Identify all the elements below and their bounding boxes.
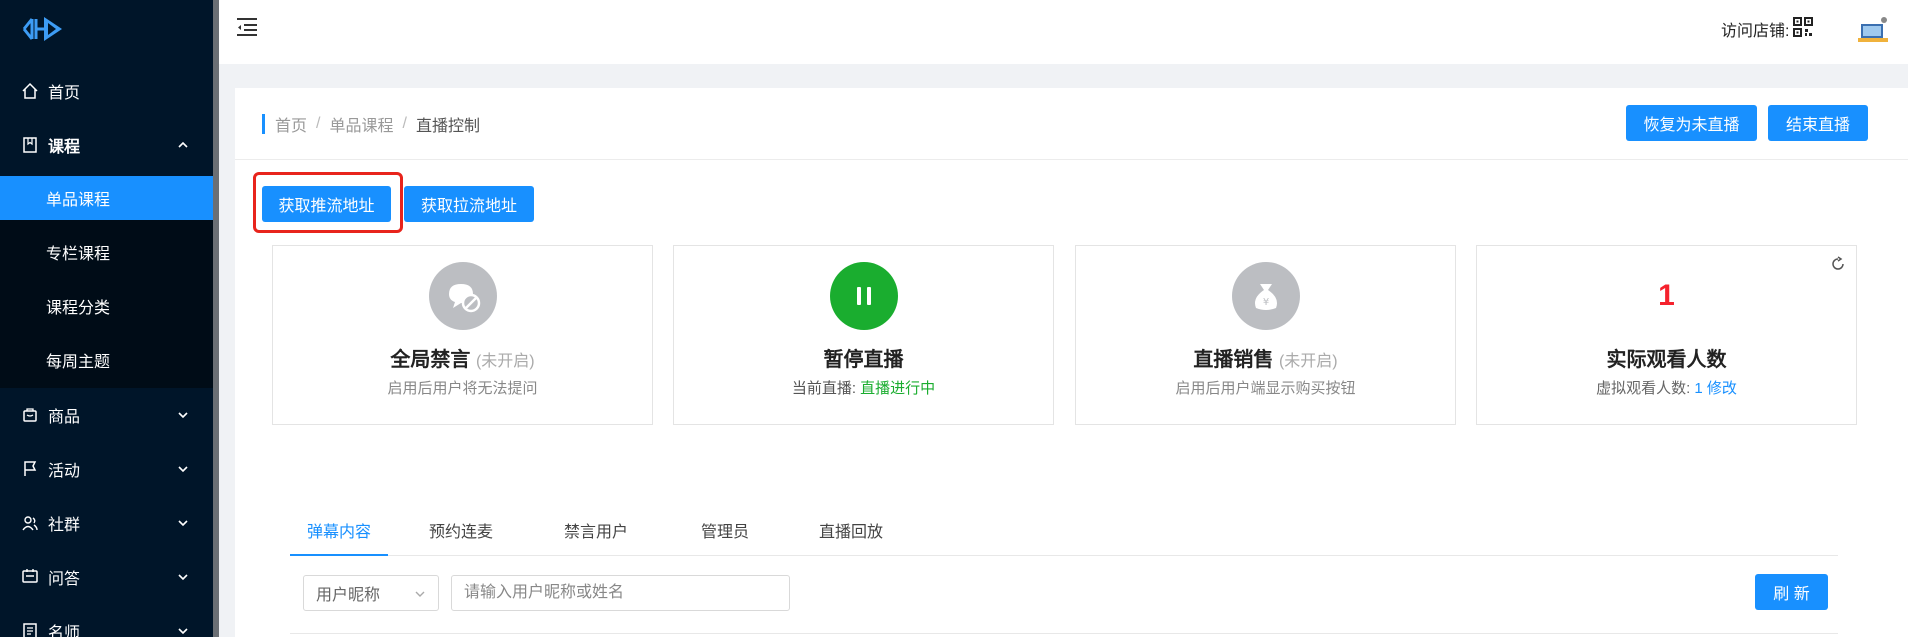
menu-fold-icon[interactable]: [235, 16, 259, 38]
pause-live-card[interactable]: 暂停直播 当前直播: 直播进行中: [673, 245, 1054, 425]
field-select[interactable]: 用户昵称: [303, 575, 439, 611]
money-bag-icon: ¥: [1231, 262, 1300, 330]
sidebar: 首页 课程 单品课程 专栏课程 课程分类 每周主题 商品 活动 社群 问答 名师: [0, 0, 213, 637]
sidebar-subitem-column-course[interactable]: 专栏课程: [0, 230, 213, 274]
chevron-down-icon: [415, 591, 425, 597]
global-mute-title: 全局禁言 (未开启): [273, 343, 652, 372]
pause-live-desc-prefix: 当前直播:: [791, 380, 856, 397]
actual-viewers-count: 1: [1658, 279, 1675, 312]
search-input[interactable]: [451, 575, 790, 611]
tab-muted-users[interactable]: 禁言用户: [547, 514, 645, 556]
tab-mic-reservation[interactable]: 预约连麦: [412, 514, 510, 556]
field-select-value: 用户昵称: [316, 587, 381, 604]
sidebar-subitem-label: 单品课程: [46, 192, 111, 209]
pause-live-desc: 当前直播: 直播进行中: [674, 377, 1053, 398]
global-mute-status: (未开启): [475, 353, 535, 370]
sidebar-item-teacher[interactable]: 名师: [0, 604, 213, 637]
sidebar-item-label: 活动: [48, 463, 81, 480]
chevron-down-icon: [178, 466, 188, 473]
chevron-down-icon: [178, 628, 188, 635]
sidebar-subitem-label: 课程分类: [46, 300, 111, 317]
sidebar-subitem-label: 专栏课程: [46, 246, 111, 263]
visit-store-label[interactable]: 访问店铺:: [1721, 17, 1789, 41]
global-mute-card[interactable]: 全局禁言 (未开启) 启用后用户将无法提问: [272, 245, 653, 425]
breadcrumb-course[interactable]: 单品课程: [329, 112, 393, 136]
live-sales-desc: 启用后用户端显示购买按钮: [1175, 380, 1356, 397]
chevron-down-icon: [178, 520, 188, 527]
end-live-button[interactable]: 结束直播: [1768, 105, 1868, 141]
refresh-icon[interactable]: [1830, 256, 1846, 272]
sidebar-item-label: 首页: [48, 85, 81, 102]
breadcrumb-separator: /: [402, 115, 407, 132]
restore-not-live-button[interactable]: 恢复为未直播: [1626, 105, 1757, 141]
get-pull-url-button[interactable]: 获取拉流地址: [404, 186, 534, 222]
sidebar-item-activity[interactable]: 活动: [0, 442, 213, 496]
viewers-card: 1 实际观看人数 虚拟观看人数: 1 修改: [1476, 245, 1857, 425]
virtual-viewers-count: 1: [1694, 380, 1703, 397]
get-push-url-button[interactable]: 获取推流地址: [262, 186, 391, 222]
pause-live-desc-value: 直播进行中: [860, 380, 936, 397]
qa-icon: [20, 567, 40, 587]
logo-icon: [22, 17, 62, 41]
avatar[interactable]: [1857, 14, 1891, 46]
sidebar-item-qa[interactable]: 问答: [0, 550, 213, 604]
actual-viewers-title: 实际观看人数: [1606, 349, 1727, 371]
pause-live-title: 暂停直播: [823, 349, 904, 371]
global-mute-desc: 启用后用户将无法提问: [387, 380, 538, 397]
refresh-button[interactable]: 刷 新: [1755, 574, 1828, 610]
sidebar-item-label: 商品: [48, 409, 81, 426]
divider: [235, 159, 1908, 160]
sidebar-item-goods[interactable]: 商品: [0, 388, 213, 442]
mute-icon: [428, 262, 497, 330]
virtual-viewers: 虚拟观看人数: 1 修改: [1477, 377, 1856, 398]
tab-admins[interactable]: 管理员: [685, 514, 765, 556]
book-icon: [20, 135, 40, 155]
sidebar-item-label: 名师: [48, 625, 81, 637]
chevron-down-icon: [178, 574, 188, 581]
global-mute-title-text: 全局禁言: [390, 349, 471, 371]
qrcode-icon[interactable]: [1793, 17, 1813, 37]
edit-virtual-viewers-link[interactable]: 修改: [1707, 380, 1737, 397]
course-submenu: 单品课程 专栏课程 课程分类 每周主题: [0, 176, 213, 388]
logo[interactable]: [0, 0, 213, 58]
sidebar-subitem-course-category[interactable]: 课程分类: [0, 284, 213, 328]
live-sales-status: (未开启): [1278, 353, 1338, 370]
sidebar-item-label: 问答: [48, 571, 81, 588]
chevron-down-icon: [178, 412, 188, 419]
breadcrumb-home[interactable]: 首页: [275, 112, 307, 136]
sidebar-item-label: 课程: [48, 139, 81, 156]
svg-text:¥: ¥: [1262, 297, 1268, 308]
live-sales-card[interactable]: ¥ 直播销售 (未开启) 启用后用户端显示购买按钮: [1075, 245, 1456, 425]
tab-replay[interactable]: 直播回放: [802, 514, 900, 556]
chevron-up-icon: [178, 141, 188, 148]
virtual-viewers-prefix: 虚拟观看人数:: [1596, 380, 1691, 397]
sidebar-subitem-single-course[interactable]: 单品课程: [0, 176, 213, 220]
sidebar-scrollbar[interactable]: [213, 0, 219, 637]
breadcrumb-current: 直播控制: [415, 118, 480, 135]
live-sales-title-text: 直播销售: [1193, 349, 1274, 371]
divider: [290, 633, 1838, 634]
tab-barrage[interactable]: 弹幕内容: [290, 514, 388, 556]
sidebar-subitem-weekly-theme[interactable]: 每周主题: [0, 338, 213, 382]
flag-icon: [20, 459, 40, 479]
pause-icon: [829, 262, 898, 330]
live-sales-title: 直播销售 (未开启): [1076, 343, 1455, 372]
sidebar-item-course[interactable]: 课程: [0, 118, 213, 172]
bag-icon: [20, 405, 40, 425]
sidebar-subitem-label: 每周主题: [46, 354, 111, 371]
sidebar-item-label: 社群: [48, 517, 81, 534]
topbar: 访问店铺:: [219, 0, 1908, 64]
breadcrumb: 首页 / 单品课程 / 直播控制: [262, 112, 480, 136]
sidebar-item-home[interactable]: 首页: [0, 64, 213, 118]
live-tabs: 弹幕内容 预约连麦 禁言用户 管理员 直播回放: [290, 514, 1838, 556]
users-icon: [20, 513, 40, 533]
sidebar-item-community[interactable]: 社群: [0, 496, 213, 550]
home-icon: [20, 81, 40, 101]
teacher-icon: [20, 621, 40, 637]
breadcrumb-separator: /: [316, 115, 321, 132]
